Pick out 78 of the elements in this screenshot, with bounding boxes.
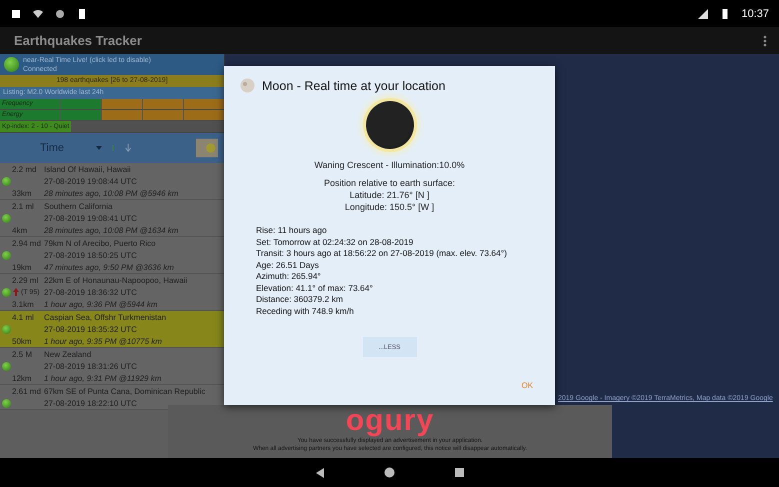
place-name: Southern California (44, 202, 114, 210)
wifi-icon (32, 8, 44, 20)
sd-card-icon (76, 8, 88, 20)
event-time: 27-08-2019 19:08:41 UTC (44, 214, 138, 222)
depth: 33km (11, 188, 33, 198)
caret-icon (96, 146, 102, 150)
moon-detail: Age: 26.51 Days (256, 260, 320, 271)
sort-dropdown[interactable]: Time (40, 142, 102, 154)
magnitude: 2.94 md (11, 238, 42, 248)
time-ago-distance: 1 hour ago, 9:31 PM @11929 km (44, 374, 162, 382)
magnitude: 2.29 ml (11, 276, 40, 284)
depth: 3.1km (11, 300, 35, 308)
moon-detail: Set: Tomorrow at 02:24:32 on 28-08-2019 (256, 236, 414, 248)
event-time: 27-08-2019 18:22:10 UTC (44, 398, 138, 408)
magnitude: 4.1 ml (11, 312, 35, 322)
status-led-icon (2, 398, 11, 408)
place-name: New Zealand (44, 350, 92, 358)
moon-phase-picture (366, 101, 414, 149)
magnitude: 2.1 ml (11, 202, 35, 210)
depth: 4km (11, 226, 28, 234)
earthquake-row[interactable]: 2.61 md 67km SE of Punta Cana, Dominican Republic 27-08-2019 18:22:10 UTC (0, 385, 224, 410)
depth: 12km (11, 374, 33, 382)
clock-time: 10:37 (741, 8, 769, 20)
place-name: 79km N of Arecibo, Puerto Rico (44, 238, 157, 248)
place-name: 67km SE of Punta Cana, Dominican Republic (44, 386, 206, 396)
circle-icon (54, 8, 66, 20)
map-thumbnail-icon (196, 137, 218, 159)
magnitude: 2.61 md (11, 386, 42, 396)
event-time: 27-08-2019 19:08:44 UTC (44, 176, 138, 186)
recents-icon[interactable] (454, 468, 464, 477)
moon-icon (240, 78, 255, 93)
magnitude: 2.2 md (11, 164, 38, 174)
earthquake-row[interactable]: 4.1 ml Caspian Sea, Offshr Turkmenistan 27-08-2019 18:35:32 UTC 50km 1 hour ago, 9:35 PM @10775 km (0, 311, 224, 348)
earthquake-row[interactable]: 2.1 ml Southern California 27-08-2019 19:08:41 UTC 4km 28 minutes ago, 10:08 PM @1634 km (0, 200, 224, 237)
time-ago-distance: 1 hour ago, 9:35 PM @10775 km (44, 336, 163, 346)
notification-icon (10, 8, 22, 20)
moon-phase-text: Waning Crescent - Illumination:10.0% (313, 159, 466, 171)
moon-detail: Distance: 360379.2 km (256, 294, 344, 306)
earthquake-row[interactable]: 2.2 md Island Of Hawaii, Hawaii 27-08-2019 19:08:44 UTC 33km 28 minutes ago, 10:08 PM @5946 km (0, 163, 224, 200)
time-ago-distance: 28 minutes ago, 10:08 PM @5946 km (44, 188, 180, 198)
overflow-menu-icon[interactable] (763, 34, 767, 46)
moon-detail: Receding with 748.9 km/h (256, 306, 355, 317)
place-name: Caspian Sea, Offshr Turkmenistan (44, 312, 168, 322)
latitude: Latitude: 21.76° [N ] (348, 189, 430, 201)
event-time: 27-08-2019 18:35:32 UTC (44, 324, 138, 334)
signal-icon (697, 8, 710, 20)
position-heading: Position relative to earth surface: (322, 177, 456, 189)
time-ago-distance: 28 minutes ago, 10:08 PM @1634 km (44, 226, 180, 234)
depth: 50km (11, 336, 33, 346)
event-time: 27-08-2019 18:50:25 UTC (44, 250, 138, 260)
dialog-title: Moon - Real time at your location (262, 78, 446, 92)
status-led-icon (2, 214, 11, 222)
moon-detail: Rise: 11 hours ago (256, 225, 328, 236)
moon-detail: Transit: 3 hours ago at 18:56:22 on 27-08-2019 (max. elev. 73.64°) (256, 248, 508, 260)
live-led-icon[interactable] (4, 57, 19, 72)
time-ago-distance: 47 minutes ago, 9:50 PM @3636 km (44, 262, 175, 272)
moon-detail: Elevation: 41.1° of max: 73.64° (256, 282, 374, 294)
moon-detail: Azimuth: 265.94° (256, 271, 322, 282)
earthquake-row[interactable]: 2.94 md 79km N of Arecibo, Puerto Rico 27-08-2019 18:50:25 UTC 19km 47 minutes ago, 9:50 PM @3636 km (0, 237, 224, 274)
status-led-icon (2, 176, 11, 186)
event-time: 27-08-2019 18:36:32 UTC (44, 288, 138, 296)
status-led-icon (2, 362, 11, 370)
back-icon[interactable] (316, 468, 324, 478)
ok-button[interactable]: OK (515, 380, 539, 391)
magnitude: 2.5 M (11, 350, 34, 358)
home-icon[interactable] (384, 467, 394, 478)
time-ago-distance: 1 hour ago, 9:36 PM @5944 km (44, 300, 159, 308)
event-time: 27-08-2019 18:31:26 UTC (44, 362, 138, 370)
place-name: Island Of Hawaii, Hawaii (44, 164, 132, 174)
status-led-icon (2, 250, 11, 260)
status-led-icon (2, 288, 11, 296)
longitude: Longitude: 150.5° [W ] (344, 201, 436, 213)
status-led-icon (2, 324, 11, 334)
earthquake-row[interactable]: 2.5 M New Zealand 27-08-2019 18:31:26 UTC 12km 1 hour ago, 9:31 PM @11929 km (0, 348, 224, 385)
depth: 19km (11, 262, 33, 272)
place-name: 22km E of Honaunau-Napoopoo, Hawaii (44, 276, 188, 284)
app-title: Earthquakes Tracker (14, 33, 143, 48)
ad-logo: ogury (346, 405, 434, 437)
